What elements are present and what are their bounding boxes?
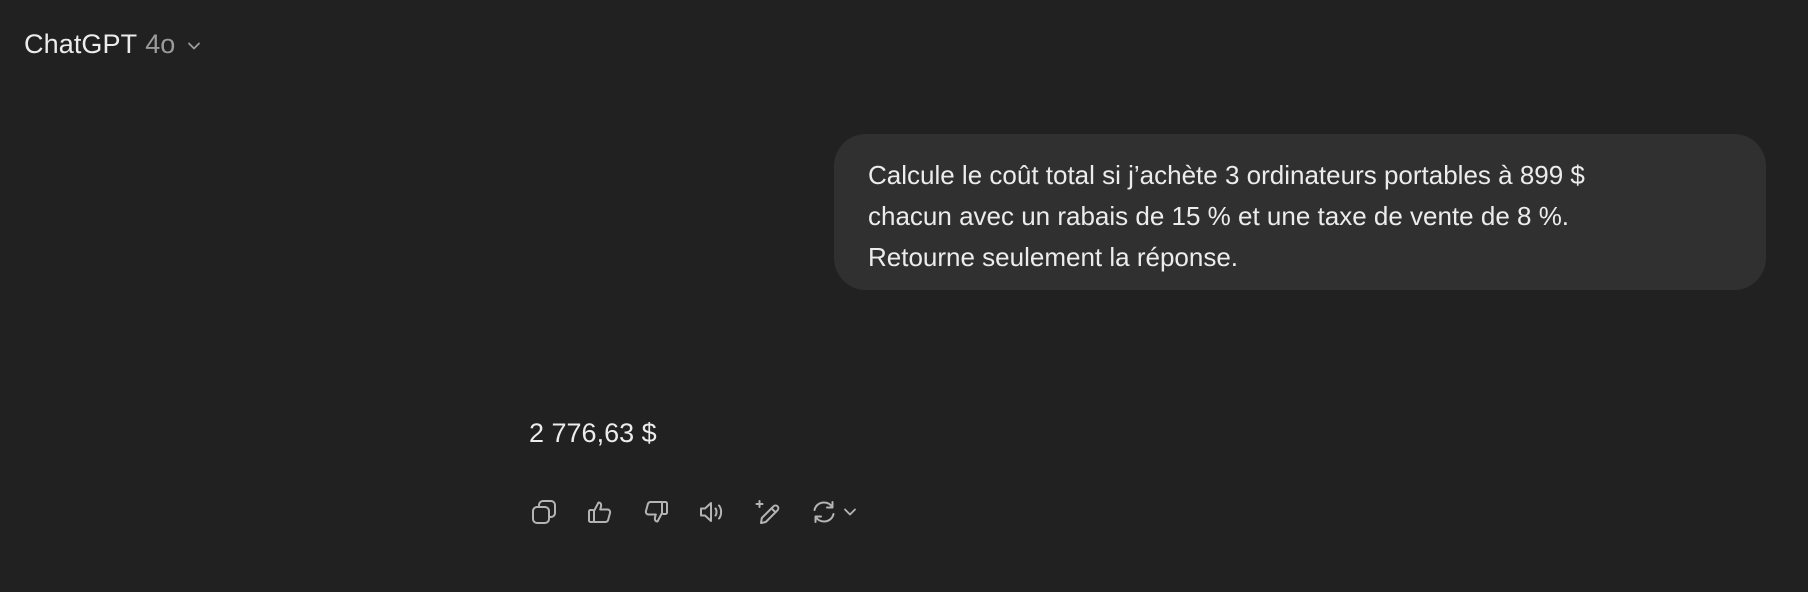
edit-in-canvas-button[interactable] <box>753 492 809 532</box>
user-message-line: chacun avec un rabais de 15 % et une tax… <box>868 201 1570 231</box>
copy-button[interactable] <box>529 492 585 532</box>
model-selector[interactable]: ChatGPT 4o <box>24 24 203 64</box>
thumbs-down-icon <box>644 501 668 523</box>
read-aloud-button[interactable] <box>697 492 753 532</box>
edit-sparkle-icon <box>755 500 780 524</box>
bad-response-button[interactable] <box>641 492 697 532</box>
read-aloud-icon <box>700 502 723 522</box>
thumbs-up-icon <box>588 501 612 523</box>
chevron-down-icon <box>185 37 203 55</box>
good-response-button[interactable] <box>585 492 641 532</box>
assistant-message: 2 776,63 $ <box>529 418 657 448</box>
regenerate-icon <box>813 501 835 523</box>
user-message-line: Calcule le coût total si j’achète 3 ordi… <box>868 160 1585 190</box>
user-message-line: Retourne seulement la réponse. <box>868 242 1239 272</box>
message-action-bar <box>529 492 859 532</box>
model-version: 4o <box>145 28 176 59</box>
user-message-bubble: Calcule le coût total si j’achète 3 ordi… <box>834 134 1766 290</box>
regenerate-button[interactable] <box>809 497 859 527</box>
copy-icon <box>532 500 556 524</box>
chevron-down-icon <box>844 508 856 516</box>
model-name: ChatGPT <box>24 28 138 59</box>
